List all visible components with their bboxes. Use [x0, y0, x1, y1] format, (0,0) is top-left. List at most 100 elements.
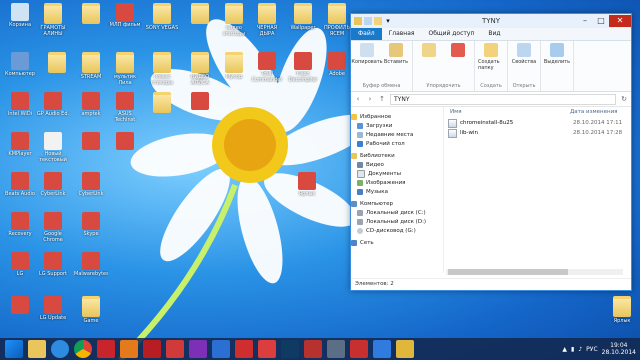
nav-desktop[interactable]: Рабочий стол [351, 139, 443, 148]
close-button[interactable]: ✕ [609, 15, 631, 27]
desktop-icon-app[interactable]: LG Update [36, 296, 70, 327]
tray-expand-icon[interactable]: ▲ [562, 346, 567, 353]
nav-documents[interactable]: Документы [351, 169, 443, 178]
desktop-icon-app[interactable]: МЛП фильм [108, 3, 142, 34]
desktop-icon-folder[interactable] [40, 52, 74, 86]
new-folder-icon[interactable] [374, 17, 382, 25]
desktop-icon-app[interactable]: Skype [74, 212, 108, 243]
tab-view[interactable]: Вид [481, 28, 507, 40]
desktop-icon-folder[interactable]: ВИДЕО АЛИСА [183, 52, 217, 86]
desktop-icon-folder[interactable]: новые стикеры [145, 52, 179, 86]
title-bar[interactable]: ▾ TYNY – □ ✕ [351, 14, 631, 28]
app-taskbar-icon[interactable] [396, 340, 414, 358]
app-taskbar-icon[interactable] [166, 340, 184, 358]
nav-network[interactable]: Сеть [351, 238, 443, 247]
explorer-taskbar-icon[interactable] [28, 340, 46, 358]
column-name[interactable]: Имя [448, 109, 570, 118]
desktop-icon-folder[interactable]: ПРОФИЛЬ ЯСЕМ [320, 3, 354, 37]
chevron-down-icon[interactable]: ▾ [384, 17, 392, 25]
desktop-icon-app[interactable]: LG [3, 252, 37, 283]
file-row[interactable]: chromeinstall-8u25 28.10.2014 17:11 [448, 118, 627, 128]
back-button[interactable]: ‹ [354, 95, 362, 103]
column-date[interactable]: Дата изменения [570, 109, 617, 118]
properties-icon[interactable] [364, 17, 372, 25]
desktop-icon-app[interactable]: Intel WiDi [3, 92, 37, 123]
horizontal-scrollbar[interactable] [446, 269, 623, 275]
ie-taskbar-icon[interactable] [51, 340, 69, 358]
paste-button[interactable]: Вставить [383, 43, 409, 83]
desktop-icon-folder[interactable]: Мусор [217, 52, 251, 86]
desktop-icon-app[interactable] [108, 132, 142, 163]
forward-button[interactable]: › [366, 95, 374, 103]
desktop-icon-folder[interactable]: Wallpaper [286, 3, 320, 37]
app-taskbar-icon[interactable] [189, 340, 207, 358]
desktop-icon-app[interactable]: LG Support [36, 252, 70, 283]
refresh-button[interactable]: ↻ [620, 95, 628, 103]
nav-drive-d[interactable]: Локальный диск (D:) [351, 217, 443, 226]
nav-videos[interactable]: Видео [351, 160, 443, 169]
volume-tray-icon[interactable]: ♪ [578, 346, 582, 353]
desktop-icon-folder[interactable]: Ярлык [605, 296, 639, 330]
desktop-icon-folder[interactable]: Game [74, 296, 108, 330]
start-button[interactable] [5, 340, 23, 358]
nav-libraries[interactable]: Библиотеки [351, 151, 443, 160]
desktop-icon-app[interactable]: Recovery [3, 212, 37, 243]
desktop-icon-app[interactable]: ASUS TechInst [108, 92, 142, 123]
nav-recent-places[interactable]: Недавние места [351, 130, 443, 139]
app-taskbar-icon[interactable] [258, 340, 276, 358]
desktop-icon-folder[interactable]: STREAM [74, 52, 108, 86]
desktop-icon-app[interactable]: Flash Decompiler [286, 52, 320, 83]
network-tray-icon[interactable]: ▮ [571, 346, 574, 353]
tab-share[interactable]: Общий доступ [422, 28, 482, 40]
nav-drive-g[interactable]: CD-дисковод (G:) [351, 226, 443, 235]
desktop-icon-app[interactable]: CyberLink [36, 172, 70, 203]
desktop-icon-app[interactable] [3, 296, 37, 327]
app-taskbar-icon[interactable] [120, 340, 138, 358]
chrome-taskbar-icon[interactable] [74, 340, 92, 358]
select-button[interactable]: Выделить [544, 43, 570, 89]
desktop-icon-app[interactable] [74, 132, 108, 163]
desktop-icon-folder[interactable]: видео эпизоды [217, 3, 251, 37]
move-to-button[interactable] [416, 43, 442, 83]
tab-home[interactable]: Главная [382, 28, 422, 40]
desktop-icon-folder[interactable]: ЧЁРНАЯ ДЫРА [250, 3, 284, 37]
desktop-icon-app[interactable] [183, 92, 217, 123]
desktop-icon-folder[interactable] [183, 3, 217, 37]
desktop-icon-app[interactable]: Malwarebytes [74, 252, 108, 283]
tab-file[interactable]: Файл [351, 28, 382, 40]
address-bar[interactable]: TYNY [390, 93, 616, 105]
copy-button[interactable]: Копировать [351, 43, 383, 83]
new-folder-button[interactable]: Создать папку [478, 43, 504, 83]
desktop-icon-app[interactable]: GP Audio Ed. [36, 92, 70, 123]
maximize-button[interactable]: □ [593, 15, 609, 27]
up-button[interactable]: ↑ [378, 95, 386, 103]
app-taskbar-icon[interactable] [373, 340, 391, 358]
desktop-icon-app[interactable]: amptek [74, 92, 108, 123]
file-explorer-window[interactable]: ▾ TYNY – □ ✕ Файл Главная Общий доступ В… [350, 13, 632, 291]
nav-drive-c[interactable]: Локальный диск (C:) [351, 208, 443, 217]
app-taskbar-icon[interactable] [97, 340, 115, 358]
desktop-icon-app[interactable]: Total Commander [250, 52, 284, 83]
desktop-icon-app[interactable]: Beats Audio [3, 172, 37, 203]
desktop-icon-folder[interactable] [74, 3, 108, 37]
photoshop-taskbar-icon[interactable] [281, 340, 299, 358]
minimize-button[interactable]: – [577, 15, 593, 27]
scrollbar-thumb[interactable] [448, 269, 568, 275]
desktop-icon-folder[interactable]: SONY VEGAS [145, 3, 179, 37]
desktop-icon-computer[interactable]: Компьютер [3, 52, 37, 83]
desktop-icon-app[interactable]: CyberLink [74, 172, 108, 203]
desktop-icon-recycle[interactable]: Корзина [3, 3, 37, 34]
nav-downloads[interactable]: Загрузки [351, 121, 443, 130]
app-taskbar-icon[interactable] [143, 340, 161, 358]
desktop-icon-app[interactable]: Google Chrome [36, 212, 70, 243]
properties-button[interactable]: Свойства [511, 43, 537, 83]
app-taskbar-icon[interactable] [304, 340, 322, 358]
nav-pictures[interactable]: Изображения [351, 178, 443, 187]
desktop-icon-app[interactable]: Adobe [320, 52, 354, 83]
app-taskbar-icon[interactable] [212, 340, 230, 358]
nav-music[interactable]: Музыка [351, 187, 443, 196]
desktop-icon-folder[interactable]: ГРАМОТЫ АЛИНЫ [36, 3, 70, 37]
app-taskbar-icon[interactable] [350, 340, 368, 358]
file-row[interactable]: lib-win 28.10.2014 17:28 [448, 128, 627, 138]
desktop-icon-app[interactable]: KMPlayer [3, 132, 37, 163]
